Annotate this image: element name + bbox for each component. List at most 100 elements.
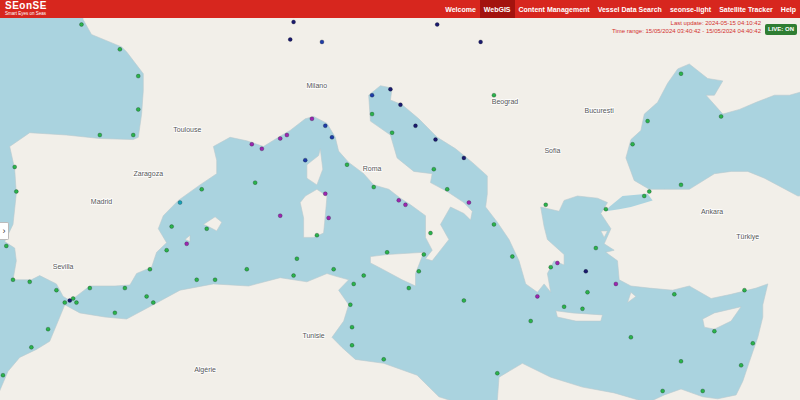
vessel-marker[interactable] <box>54 288 58 292</box>
vessel-marker[interactable] <box>320 40 324 44</box>
vessel-marker[interactable] <box>629 335 633 339</box>
vessel-marker[interactable] <box>370 93 374 97</box>
vessel-marker[interactable] <box>413 124 417 128</box>
vessel-marker[interactable] <box>98 133 102 137</box>
vessel-marker[interactable] <box>580 307 584 311</box>
vessel-marker[interactable] <box>719 114 723 118</box>
vessel-marker[interactable] <box>205 227 209 231</box>
vessel-marker[interactable] <box>631 142 635 146</box>
vessel-marker[interactable] <box>195 278 199 282</box>
vessel-marker[interactable] <box>679 72 683 76</box>
vessel-marker[interactable] <box>178 201 182 205</box>
vessel-marker[interactable] <box>1 373 5 377</box>
vessel-marker[interactable] <box>278 136 282 140</box>
vessel-marker[interactable] <box>647 190 651 194</box>
vessel-marker[interactable] <box>250 142 254 146</box>
vessel-marker[interactable] <box>28 280 32 284</box>
vessel-marker[interactable] <box>390 131 394 135</box>
nav-tab[interactable]: Welcome <box>441 0 480 18</box>
vessel-marker[interactable] <box>123 286 127 290</box>
vessel-marker[interactable] <box>529 319 533 323</box>
vessel-marker[interactable] <box>646 119 650 123</box>
vessel-marker[interactable] <box>292 274 296 278</box>
logo[interactable]: SEonSESmart Eyes on Seas <box>5 0 47 18</box>
vessel-marker[interactable] <box>495 371 499 375</box>
vessel-marker[interactable] <box>74 301 78 305</box>
vessel-marker[interactable] <box>145 294 149 298</box>
vessel-marker[interactable] <box>614 282 618 286</box>
vessel-marker[interactable] <box>136 74 140 78</box>
vessel-marker[interactable] <box>63 301 67 305</box>
map-canvas[interactable]: MadridZaragozaSevillaToulouseMilanoRomaB… <box>0 18 800 400</box>
vessel-marker[interactable] <box>403 203 407 207</box>
vessel-marker[interactable] <box>253 181 257 185</box>
nav-tab[interactable]: Help <box>777 0 800 18</box>
vessel-marker[interactable] <box>462 156 466 160</box>
vessel-marker[interactable] <box>385 250 389 254</box>
vessel-marker[interactable] <box>113 311 117 315</box>
vessel-marker[interactable] <box>661 389 665 393</box>
vessel-marker[interactable] <box>11 278 15 282</box>
vessel-marker[interactable] <box>330 135 334 139</box>
vessel-marker[interactable] <box>323 192 327 196</box>
vessel-marker[interactable] <box>479 40 483 44</box>
vessel-marker[interactable] <box>46 327 50 331</box>
nav-tab[interactable]: WebGIS <box>480 0 515 18</box>
vessel-marker[interactable] <box>467 201 471 205</box>
vessel-marker[interactable] <box>742 288 746 292</box>
vessel-marker[interactable] <box>345 163 349 167</box>
vessel-marker[interactable] <box>535 294 539 298</box>
vessel-marker[interactable] <box>679 359 683 363</box>
vessel-marker[interactable] <box>422 252 426 256</box>
vessel-marker[interactable] <box>679 183 683 187</box>
vessel-marker[interactable] <box>327 216 331 220</box>
vessel-marker[interactable] <box>584 269 588 273</box>
vessel-marker[interactable] <box>332 267 336 271</box>
vessel-marker[interactable] <box>388 87 392 91</box>
vessel-marker[interactable] <box>136 107 140 111</box>
vessel-marker[interactable] <box>432 167 436 171</box>
vessel-marker[interactable] <box>295 257 299 261</box>
vessel-marker[interactable] <box>382 357 386 361</box>
vessel-marker[interactable] <box>549 265 553 269</box>
vessel-marker[interactable] <box>260 147 264 151</box>
vessel-marker[interactable] <box>68 299 72 303</box>
vessel-marker[interactable] <box>555 261 559 265</box>
vessel-marker[interactable] <box>348 303 352 307</box>
vessel-marker[interactable] <box>510 255 514 259</box>
vessel-marker[interactable] <box>585 290 589 294</box>
vessel-marker[interactable] <box>712 329 716 333</box>
vessel-marker[interactable] <box>435 23 439 27</box>
vessel-marker[interactable] <box>462 299 466 303</box>
vessel-marker[interactable] <box>604 207 608 211</box>
vessel-marker[interactable] <box>544 203 548 207</box>
nav-tab[interactable]: Content Management <box>515 0 594 18</box>
vessel-marker[interactable] <box>642 194 646 198</box>
vessel-marker[interactable] <box>131 133 135 137</box>
vessel-marker[interactable] <box>278 214 282 218</box>
vessel-marker[interactable] <box>170 225 174 229</box>
live-badge[interactable]: LIVE: ON <box>765 24 797 35</box>
vessel-marker[interactable] <box>213 278 217 282</box>
vessel-marker[interactable] <box>701 389 705 393</box>
vessel-marker[interactable] <box>445 187 449 191</box>
vessel-marker[interactable] <box>288 37 292 41</box>
vessel-marker[interactable] <box>372 185 376 189</box>
vessel-marker[interactable] <box>292 20 296 24</box>
vessel-marker[interactable] <box>434 138 438 142</box>
vessel-marker[interactable] <box>245 267 249 271</box>
nav-tab[interactable]: Satellite Tracker <box>715 0 777 18</box>
vessel-marker[interactable] <box>151 301 155 305</box>
vessel-marker[interactable] <box>417 269 421 273</box>
vessel-marker[interactable] <box>429 231 433 235</box>
vessel-marker[interactable] <box>185 242 189 246</box>
vessel-marker[interactable] <box>352 282 356 286</box>
vessel-marker[interactable] <box>118 47 122 51</box>
vessel-marker[interactable] <box>323 124 327 128</box>
vessel-marker[interactable] <box>594 246 598 250</box>
nav-tab[interactable]: seonse-light <box>666 0 715 18</box>
vessel-marker[interactable] <box>562 305 566 309</box>
vessel-marker[interactable] <box>492 222 496 226</box>
vessel-marker[interactable] <box>350 325 354 329</box>
vessel-marker[interactable] <box>397 198 401 202</box>
